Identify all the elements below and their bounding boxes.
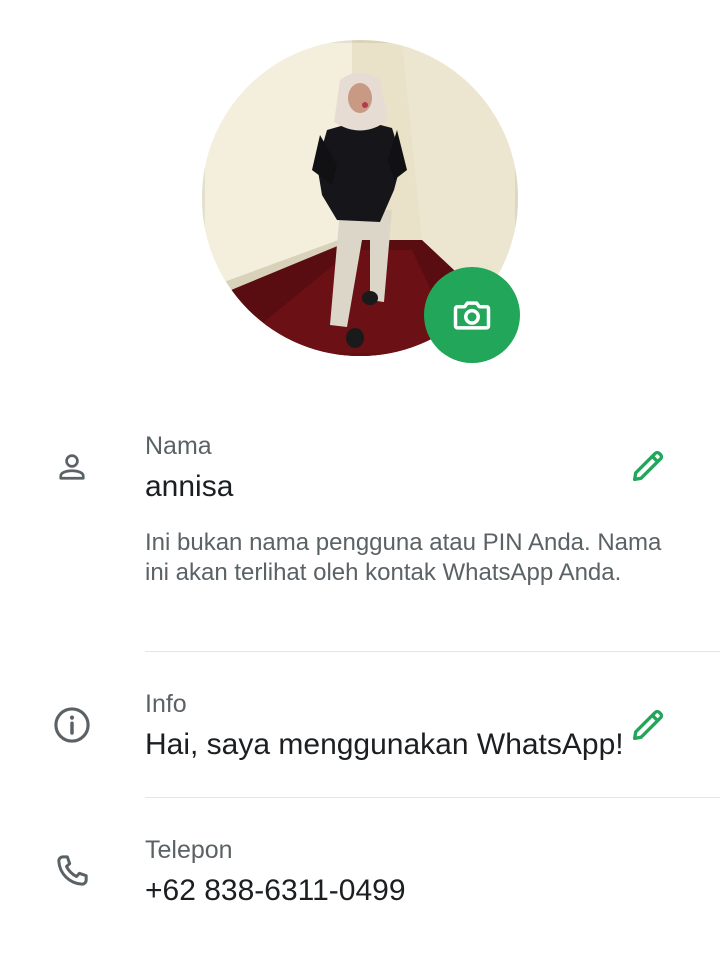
change-photo-button[interactable] — [424, 267, 520, 363]
name-value: annisa — [145, 470, 234, 503]
name-label: Nama — [145, 432, 212, 460]
name-hint: Ini bukan nama pengguna atau PIN Anda. N… — [145, 529, 662, 586]
profile-screen: Nama annisa Ini bukan nama pengguna atau… — [0, 0, 720, 960]
phone-value: +62 838-6311-0499 — [145, 874, 406, 907]
phone-icon — [50, 849, 94, 893]
edit-about-button[interactable] — [626, 703, 670, 747]
about-value: Hai, saya menggunakan WhatsApp! — [145, 728, 624, 761]
divider — [145, 651, 720, 652]
edit-name-button[interactable] — [626, 444, 670, 488]
info-icon — [50, 703, 94, 747]
camera-icon — [453, 301, 491, 330]
about-label: Info — [145, 690, 187, 718]
divider — [145, 797, 720, 798]
pencil-icon — [633, 450, 664, 481]
phone-label: Telepon — [145, 836, 233, 864]
pencil-icon — [633, 709, 664, 740]
person-icon — [50, 445, 94, 489]
